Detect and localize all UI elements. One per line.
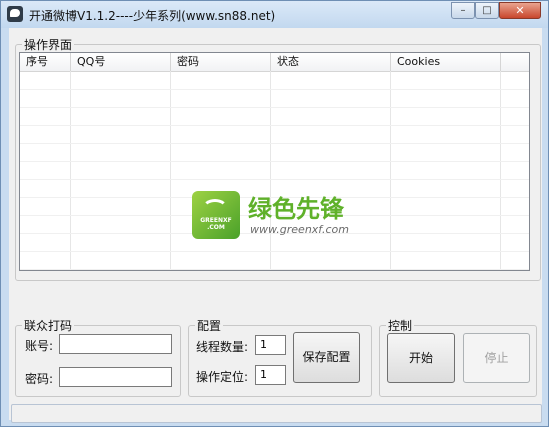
close-button[interactable]: ✕ (499, 2, 541, 19)
column-header-status[interactable]: 状态 (271, 53, 391, 71)
watermark-name: 绿色先锋 (248, 195, 344, 223)
control-legend: 控制 (388, 319, 413, 333)
row-line (20, 269, 529, 270)
window-title: 开通微博V1.1.2----少年系列(www.sn88.net) (29, 9, 276, 23)
logo-text: GREENXF (200, 217, 232, 224)
status-bar (11, 404, 542, 423)
password-label: 密码: (25, 372, 54, 386)
signal-icon (202, 199, 228, 219)
start-button[interactable]: 开始 (387, 333, 455, 383)
column-divider (500, 71, 501, 270)
password-input[interactable] (59, 367, 172, 387)
column-divider (170, 71, 171, 270)
stop-button[interactable]: 停止 (463, 333, 530, 383)
threads-input[interactable]: 1 (255, 335, 286, 355)
account-label: 账号: (25, 339, 54, 353)
minimize-icon: – (460, 5, 466, 16)
logo-text: .COM (207, 224, 225, 231)
greenxf-logo: GREENXF .COM (192, 191, 240, 239)
position-input[interactable]: 1 (255, 365, 286, 385)
column-header-qq[interactable]: QQ号 (71, 53, 171, 71)
column-header-index[interactable]: 序号 (20, 53, 71, 71)
row-line (20, 161, 529, 162)
row-line (20, 179, 529, 180)
column-header-password[interactable]: 密码 (171, 53, 271, 71)
maximize-icon: □ (482, 5, 492, 16)
row-line (20, 89, 529, 90)
list-header: 序号 QQ号 密码 状态 Cookies (20, 53, 529, 72)
config-legend: 配置 (197, 319, 222, 333)
watermark-url: www.greenxf.com (250, 223, 349, 236)
app-icon (7, 6, 23, 22)
row-line (20, 143, 529, 144)
captcha-legend: 联众打码 (24, 319, 73, 333)
threads-label: 线程数量: (196, 340, 249, 354)
column-divider (70, 71, 71, 270)
close-icon: ✕ (515, 4, 525, 17)
title-bar[interactable]: 开通微博V1.1.2----少年系列(www.sn88.net) – □ ✕ (1, 1, 548, 28)
position-label: 操作定位: (196, 370, 249, 384)
app-window: 开通微博V1.1.2----少年系列(www.sn88.net) – □ ✕ 操… (0, 0, 549, 427)
minimize-button[interactable]: – (451, 2, 475, 19)
maximize-button[interactable]: □ (475, 2, 499, 19)
operations-legend: 操作界面 (24, 38, 73, 52)
save-config-button[interactable]: 保存配置 (293, 332, 360, 383)
row-line (20, 107, 529, 108)
account-list[interactable]: 序号 QQ号 密码 状态 Cookies GREENXF .COM 绿色先锋 w… (19, 52, 530, 271)
row-line (20, 125, 529, 126)
column-header-cookies[interactable]: Cookies (391, 53, 501, 71)
watermark: GREENXF .COM 绿色先锋 www.greenxf.com (192, 191, 392, 251)
account-input[interactable] (59, 334, 172, 354)
row-line (20, 251, 529, 252)
